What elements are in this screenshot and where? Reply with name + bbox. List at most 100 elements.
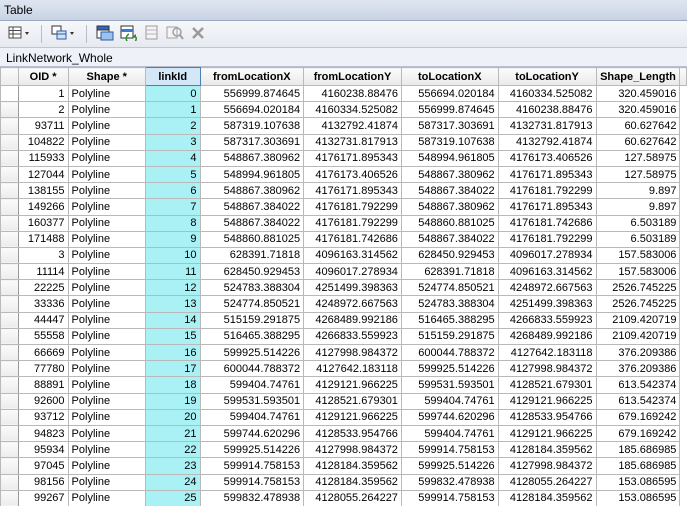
row-selector[interactable]	[0, 263, 19, 281]
table-cell[interactable]: 4160334.525082	[497, 84, 597, 103]
table-cell[interactable]: 599404.74761	[199, 408, 305, 426]
table-cell[interactable]: 160377	[17, 214, 69, 232]
table-cell[interactable]: 628391.71818	[199, 246, 305, 265]
table-cell[interactable]: 4128533.954766	[303, 424, 402, 443]
zoom-to-selected-button[interactable]	[164, 24, 186, 44]
table-cell[interactable]: 4176171.895343	[497, 165, 597, 184]
table-cell[interactable]: 548867.384022	[199, 214, 305, 232]
table-cell[interactable]: 2526.745225	[595, 279, 681, 297]
table-cell[interactable]: 587317.303691	[400, 117, 499, 135]
delete-selected-button[interactable]	[188, 24, 208, 44]
table-cell[interactable]: 18	[144, 376, 201, 394]
table-cell[interactable]: 127.58975	[595, 149, 681, 167]
table-cell[interactable]: 4251499.398363	[497, 295, 597, 313]
table-cell[interactable]: 524774.850521	[199, 295, 305, 313]
table-cell[interactable]: 679.169242	[595, 408, 681, 426]
table-cell[interactable]: 599925.514226	[400, 360, 499, 378]
table-cell[interactable]: 11114	[17, 263, 69, 281]
table-cell[interactable]: 21	[144, 424, 201, 443]
table-cell[interactable]: 599925.514226	[199, 343, 305, 362]
table-row[interactable]: 3 Polyline 10 628391.71818 4096163.314562 628…	[0, 246, 687, 265]
row-selector[interactable]	[0, 84, 19, 103]
table-cell[interactable]: 60.627642	[595, 133, 681, 151]
table-cell[interactable]: 599925.514226	[199, 441, 305, 459]
row-selector[interactable]	[0, 214, 19, 232]
table-cell[interactable]: 3	[144, 133, 201, 151]
table-cell[interactable]: 556999.874645	[199, 84, 305, 103]
table-cell[interactable]: 524774.850521	[400, 279, 499, 297]
table-cell[interactable]: Polyline	[67, 376, 146, 394]
table-cell[interactable]: Polyline	[67, 311, 146, 329]
table-row[interactable]: 97045 Polyline 23 599914.758153 4128184.3595…	[0, 457, 687, 475]
table-cell[interactable]: 515159.291875	[400, 327, 499, 346]
table-cell[interactable]: 13	[144, 295, 201, 313]
table-cell[interactable]: 548867.380962	[199, 182, 305, 200]
table-cell[interactable]: 599832.478938	[199, 489, 305, 506]
row-selector[interactable]	[0, 279, 19, 297]
table-cell[interactable]: 44447	[17, 311, 69, 329]
row-selector[interactable]	[0, 489, 19, 506]
table-cell[interactable]: 4096163.314562	[497, 263, 597, 281]
table-cell[interactable]: 4127998.984372	[303, 441, 402, 459]
table-cell[interactable]: 548867.380962	[400, 198, 499, 216]
table-row[interactable]: 98156 Polyline 24 599914.758153 4128184.3595…	[0, 473, 687, 491]
table-cell[interactable]: 548860.881025	[400, 214, 499, 232]
table-cell[interactable]: 524783.388304	[199, 279, 305, 297]
table-cell[interactable]: Polyline	[67, 343, 146, 362]
row-selector[interactable]	[0, 133, 19, 151]
table-row[interactable]: 171488 Polyline 9 548860.881025 4176181.7426…	[0, 230, 687, 248]
table-cell[interactable]: 4251499.398363	[303, 279, 402, 297]
table-row[interactable]: 1 Polyline 0 556999.874645 4160238.88476 5566…	[0, 84, 687, 103]
table-cell[interactable]: Polyline	[67, 473, 146, 491]
table-cell[interactable]: 94823	[17, 424, 69, 443]
table-row[interactable]: 55558 Polyline 15 516465.388295 4266833.5599…	[0, 327, 687, 346]
table-cell[interactable]: 599404.74761	[400, 392, 499, 410]
table-cell[interactable]: Polyline	[67, 165, 146, 184]
table-cell[interactable]: 4096017.278934	[303, 263, 402, 281]
table-cell[interactable]: 1	[17, 84, 69, 103]
table-cell[interactable]: Polyline	[67, 198, 146, 216]
table-cell[interactable]: 6.503189	[595, 214, 681, 232]
table-cell[interactable]: 185.686985	[595, 457, 681, 475]
table-cell[interactable]: 613.542374	[595, 376, 681, 394]
table-cell[interactable]: 548994.961805	[400, 149, 499, 167]
table-cell[interactable]: 320.459016	[595, 84, 681, 103]
table-cell[interactable]: 4096163.314562	[303, 246, 402, 265]
table-cell[interactable]: 6	[144, 182, 201, 200]
table-row[interactable]: 66669 Polyline 16 599925.514226 4127998.9843…	[0, 343, 687, 362]
table-row[interactable]: 88891 Polyline 18 599404.74761 4129121.96622…	[0, 376, 687, 394]
table-cell[interactable]: 516465.388295	[400, 311, 499, 329]
table-cell[interactable]: 3	[17, 246, 69, 265]
table-cell[interactable]: 20	[144, 408, 201, 426]
table-cell[interactable]: 4176171.895343	[303, 182, 402, 200]
table-cell[interactable]: 4128055.264227	[303, 489, 402, 506]
switch-selection-button[interactable]	[118, 24, 140, 44]
table-cell[interactable]: 17	[144, 360, 201, 378]
table-cell[interactable]: 88891	[17, 376, 69, 394]
table-cell[interactable]: Polyline	[67, 84, 146, 103]
table-cell[interactable]: 4176181.792299	[303, 214, 402, 232]
table-cell[interactable]: Polyline	[67, 279, 146, 297]
table-cell[interactable]: 12	[144, 279, 201, 297]
table-row[interactable]: 11114 Polyline 11 628450.929453 4096017.2789…	[0, 263, 687, 281]
table-cell[interactable]: 599925.514226	[400, 457, 499, 475]
table-cell[interactable]: 4129121.966225	[303, 408, 402, 426]
table-cell[interactable]: 14	[144, 311, 201, 329]
row-selector[interactable]	[0, 424, 19, 443]
table-cell[interactable]: 25	[144, 489, 201, 506]
table-cell[interactable]: 149266	[17, 198, 69, 216]
table-cell[interactable]: Polyline	[67, 457, 146, 475]
table-row[interactable]: 93712 Polyline 20 599404.74761 4129121.96622…	[0, 408, 687, 426]
table-cell[interactable]: 33336	[17, 295, 69, 313]
table-cell[interactable]: 376.209386	[595, 360, 681, 378]
table-cell[interactable]: 153.086595	[595, 473, 681, 491]
table-cell[interactable]: 599404.74761	[400, 424, 499, 443]
table-cell[interactable]: 4176171.895343	[497, 198, 597, 216]
table-cell[interactable]: 4132731.817913	[497, 117, 597, 135]
table-cell[interactable]: 600044.788372	[199, 360, 305, 378]
table-cell[interactable]: 10	[144, 246, 201, 265]
row-selector[interactable]	[0, 327, 19, 346]
row-selector[interactable]	[0, 149, 19, 167]
table-cell[interactable]: Polyline	[67, 263, 146, 281]
table-cell[interactable]: Polyline	[67, 424, 146, 443]
